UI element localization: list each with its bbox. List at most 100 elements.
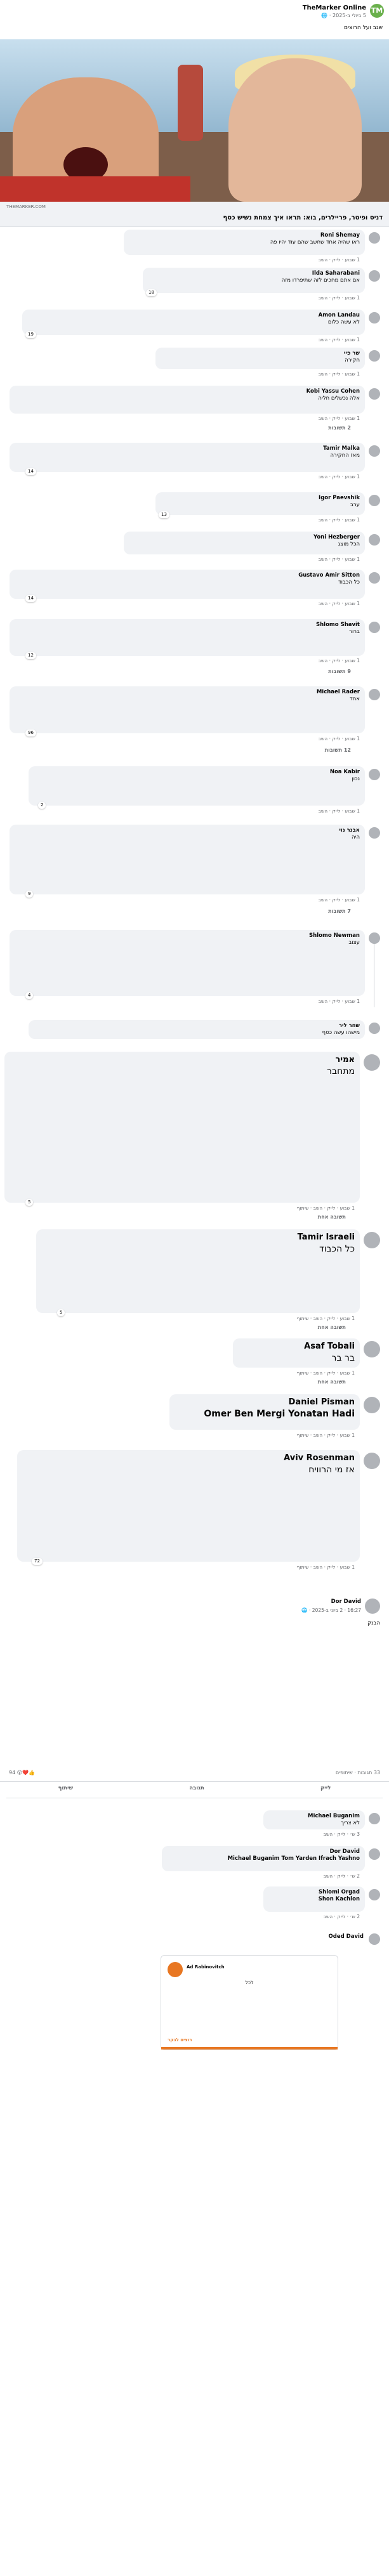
commenter-name[interactable]: Gustavo Amir Sitton (15, 572, 360, 579)
reaction-count[interactable]: 4 (25, 992, 34, 1000)
comment-button[interactable]: תגובה (189, 1785, 204, 1792)
commenter-avatar[interactable] (369, 769, 380, 780)
commenter-name[interactable]: Tamir Israeli (41, 1232, 355, 1243)
author-name[interactable]: Dor David (331, 1599, 361, 1605)
reaction-count[interactable]: 2 (38, 802, 46, 809)
reaction-count[interactable]: 72 (32, 1558, 43, 1566)
commenter-avatar[interactable] (364, 1453, 380, 1469)
commenter-avatar[interactable] (369, 827, 380, 839)
comment-actions[interactable]: 1 שבוע · לייק · השב (319, 998, 360, 1005)
commenter-avatar[interactable] (369, 622, 380, 633)
view-replies[interactable]: תשובה אחת (318, 1379, 346, 1386)
comment-actions[interactable]: 1 שבוע · לייק · השב · שיתוף (297, 1370, 355, 1376)
post-meta[interactable]: 16:27 · 2 ביוני ב-2025 · 🌐 (301, 1607, 361, 1614)
comment-actions[interactable]: 1 שבוע · לייק · השב · שיתוף (297, 1564, 355, 1571)
share-button[interactable]: שיתוף (58, 1785, 73, 1792)
comment-actions[interactable]: 1 שבוע · לייק · השב (319, 808, 360, 814)
commenter-name[interactable]: Noa Kabir (34, 769, 360, 776)
commenter-avatar[interactable] (369, 495, 380, 506)
commenter-name[interactable]: אבנר נוי (15, 827, 360, 834)
comment-actions[interactable]: 1 שבוע · לייק · השב (319, 601, 360, 607)
commenter-name[interactable]: Shlomi Orgad (268, 1889, 360, 1896)
commenter-avatar[interactable] (369, 1813, 380, 1824)
commenter-name[interactable]: Dor David (167, 1848, 360, 1855)
commenter-avatar[interactable] (369, 312, 380, 324)
comment-actions[interactable]: 1 שבוע · לייק · השב · שיתוף (297, 1432, 355, 1439)
reaction-count[interactable]: 19 (25, 331, 36, 339)
ad-card[interactable]: Ad Rabinovitch לכל רוצים לבקר (161, 1955, 338, 2050)
comment-actions[interactable]: 1 שבוע · לייק · השב (319, 415, 360, 422)
page-name[interactable]: TheMarker Online (303, 4, 366, 13)
view-replies[interactable]: 9 תשובות (328, 669, 351, 676)
comment-actions[interactable]: 1 שבוע · לייק · השב (319, 517, 360, 523)
commenter-name[interactable]: Michael Buganim (268, 1813, 360, 1820)
commenter-name[interactable]: שר פיי (161, 350, 360, 357)
comment-share-summary[interactable]: 33 תגובות · שיתופים (336, 1770, 380, 1777)
commenter-avatar[interactable] (369, 932, 380, 944)
comment-actions[interactable]: 1 שבוע · לייק · השב (319, 474, 360, 480)
reaction-count[interactable]: 14 (25, 595, 36, 603)
commenter-avatar[interactable] (364, 1397, 380, 1413)
commenter-name[interactable]: שחר ליר (34, 1023, 360, 1030)
commenter-avatar[interactable] (369, 388, 380, 400)
comment-actions[interactable]: 1 שבוע · לייק · השב (319, 556, 360, 563)
comment-actions[interactable]: 1 שבוע · לייק · השב (319, 897, 360, 903)
commenter-name[interactable]: Michael Rader (15, 689, 360, 696)
commenter-name[interactable]: Igor Paevshik (161, 495, 360, 502)
reaction-count[interactable]: 5 (25, 1199, 34, 1206)
ad-cta[interactable]: רוצים לבקר (168, 2037, 192, 2043)
commenter-avatar[interactable] (369, 1848, 380, 1860)
view-replies[interactable]: 12 תשובות (325, 747, 351, 754)
reaction-count[interactable]: 5 (57, 1309, 65, 1317)
comment-actions[interactable]: 1 שבוע · לייק · השב (319, 295, 360, 301)
commenter-name[interactable]: Aviv Rosenman (22, 1453, 355, 1464)
comment-actions[interactable]: 2 ש׳ · לייק · השב (324, 1914, 360, 1920)
comment-actions[interactable]: 1 שבוע · לייק · השב · שיתוף (297, 1316, 355, 1322)
reaction-count[interactable]: 96 (25, 729, 36, 737)
commenter-name[interactable]: Yoni Hezberger (129, 534, 360, 541)
commenter-name[interactable]: Shlomo Newman (15, 932, 360, 939)
commenter-avatar[interactable] (369, 1023, 380, 1034)
page-avatar[interactable]: TM (370, 4, 384, 18)
commenter-name[interactable]: Roni Shemay (129, 232, 360, 239)
link-preview-image[interactable] (0, 39, 389, 202)
commenter-avatar[interactable] (369, 232, 380, 244)
commenter-avatar[interactable] (369, 534, 380, 546)
commenter-avatar[interactable] (369, 270, 380, 282)
comment-actions[interactable]: 3 ש׳ · לייק · השב (324, 1831, 360, 1838)
view-replies[interactable]: תשובה אחת (318, 1324, 346, 1331)
comment-actions[interactable]: 1 שבוע · לייק · השב (319, 658, 360, 664)
commenter-name[interactable]: Tamir Malka (15, 445, 360, 452)
comment-actions[interactable]: 2 ש׳ · לייק · השב (324, 1873, 360, 1880)
commenter-avatar[interactable] (369, 572, 380, 584)
commenter-avatar[interactable] (364, 1341, 380, 1357)
commenter-avatar[interactable] (364, 1054, 380, 1071)
comment-actions[interactable]: 1 שבוע · לייק · השב (319, 257, 360, 263)
comment-actions[interactable]: 1 שבוע · לייק · השב (319, 371, 360, 377)
commenter-name[interactable]: Ilda Saharabani (148, 270, 360, 277)
post-meta[interactable]: 5 ביולי ב-2025 · 🌐 (321, 13, 366, 20)
commenter-avatar[interactable] (369, 445, 380, 457)
commenter-name[interactable]: Shlomo Shavit (15, 622, 360, 629)
comment-actions[interactable]: 1 שבוע · לייק · השב (319, 736, 360, 742)
author-avatar[interactable] (365, 1599, 380, 1614)
reaction-count[interactable]: 18 (146, 289, 157, 297)
commenter-avatar[interactable] (369, 350, 380, 362)
reaction-count[interactable]: 14 (25, 468, 36, 476)
view-replies[interactable]: תשובה אחת (318, 1214, 346, 1221)
commenter-avatar[interactable] (369, 1933, 380, 1945)
commenter-name[interactable]: Amon Landau (27, 312, 360, 319)
commenter-avatar[interactable] (369, 1889, 380, 1900)
link-preview-bar[interactable]: THEMARKER.COM דניס ופיטר, פריילרים, בוא:… (0, 202, 389, 227)
comment-actions[interactable]: 1 שבוע · לייק · השב · שיתוף (297, 1205, 355, 1212)
reaction-count[interactable]: 13 (159, 511, 169, 519)
reaction-count[interactable]: 12 (25, 652, 36, 660)
reaction-summary[interactable]: 👍❤️😮 94 (9, 1770, 35, 1777)
commenter-name[interactable]: אמיר (10, 1054, 355, 1066)
commenter-name[interactable]: Kobi Yassu Cohen (15, 388, 360, 395)
view-replies[interactable]: 7 תשובות (328, 908, 351, 915)
reaction-count[interactable]: 9 (25, 891, 34, 898)
comment-actions[interactable]: 1 שבוע · לייק · השב (319, 337, 360, 343)
commenter-avatar[interactable] (364, 1232, 380, 1248)
commenter-avatar[interactable] (369, 689, 380, 700)
